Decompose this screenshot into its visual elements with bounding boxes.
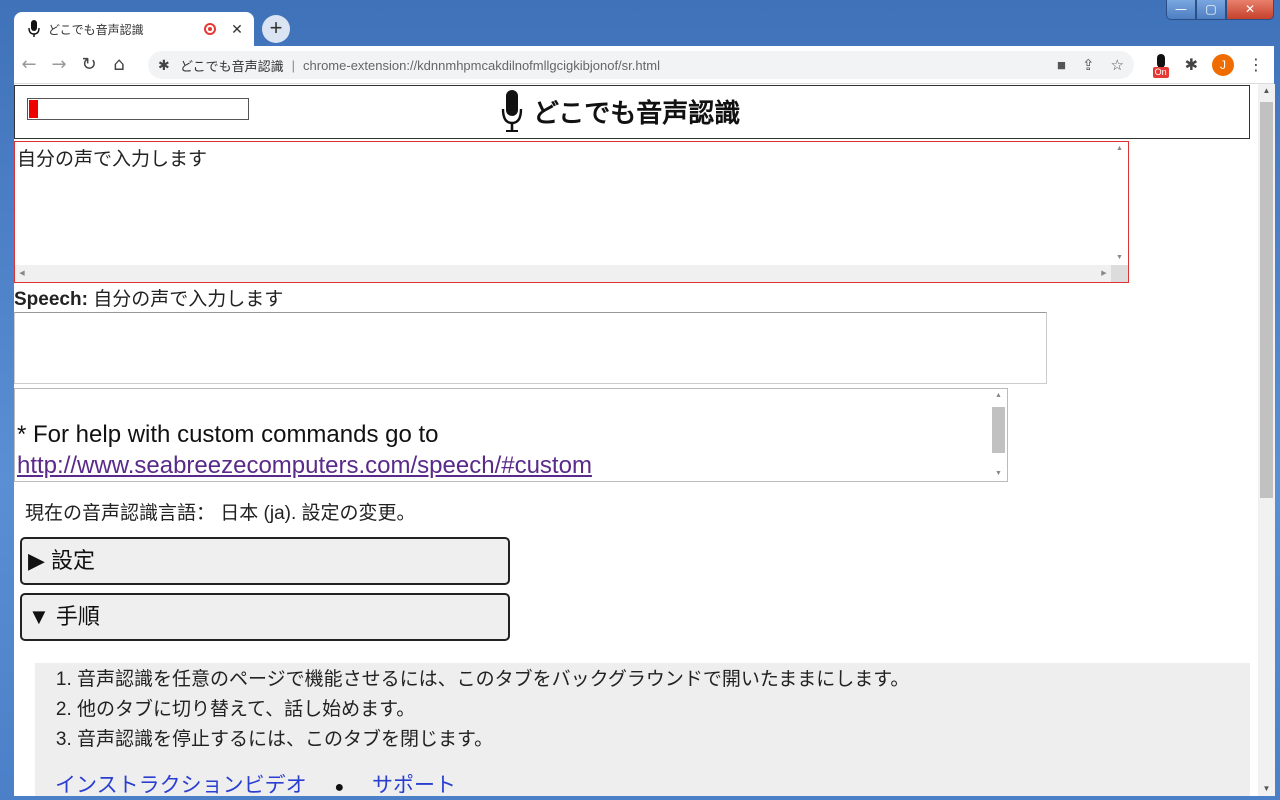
minimize-button[interactable]: — <box>1166 0 1196 20</box>
page-scrollbar-thumb[interactable] <box>1260 102 1273 498</box>
scroll-up-arrow-icon[interactable]: ▲ <box>1258 84 1275 98</box>
list-item: 音声認識を停止するには、このタブを閉じます。 <box>77 725 909 755</box>
extension-badge: On <box>1152 67 1169 78</box>
help-textarea[interactable]: * For help with custom commands go to ht… <box>14 388 1008 482</box>
list-item: 音声認識を任意のページで機能させるには、このタブをバックグラウンドで開いたままに… <box>77 665 909 695</box>
address-bar-actions: ■ ⇪ ☆ <box>1057 51 1124 79</box>
microphone-icon <box>501 90 523 132</box>
bookmark-star-icon[interactable]: ☆ <box>1111 56 1124 74</box>
speech-text: 自分の声で入力します <box>93 289 284 310</box>
audio-level-meter <box>27 98 249 120</box>
scroll-down-arrow-icon[interactable]: ▼ <box>990 467 1007 481</box>
page-title: どこでも音声認識 <box>533 97 741 128</box>
maximize-button[interactable]: ▢ <box>1196 0 1226 20</box>
new-tab-button[interactable]: + <box>262 15 290 43</box>
address-separator: | <box>291 57 296 73</box>
extension-puzzle-icon: ✱ <box>158 56 170 73</box>
browser-toolbar: ← → ↻ ⌂ ✱ どこでも音声認識 | chrome-extension://… <box>14 46 1274 84</box>
page-viewport: どこでも音声認識 自分の声で入力します ▲ ▼ ◀ ▶ Speech: 自分の声… <box>14 84 1258 796</box>
transcript-text: 自分の声で入力します <box>17 149 208 170</box>
site-name: どこでも音声認識 <box>180 58 284 74</box>
scrollbar-thumb[interactable] <box>992 407 1005 453</box>
tab-close-button[interactable]: ✕ <box>230 21 244 38</box>
extensions-puzzle-icon[interactable]: ✱ <box>1185 55 1198 75</box>
scroll-up-arrow-icon[interactable]: ▲ <box>1111 142 1128 156</box>
tab-active[interactable]: どこでも音声認識 ✕ <box>14 12 254 46</box>
speech-label: Speech: <box>14 289 88 310</box>
reload-button[interactable]: ↻ <box>74 54 104 75</box>
address-bar[interactable]: ✱ どこでも音声認識 | chrome-extension://kdnnmhpm… <box>148 51 1134 79</box>
steps-panel: 音声認識を任意のページで機能させるには、このタブをバックグラウンドで開いたままに… <box>35 663 1250 796</box>
toolbar-right: On ✱ J ⋮ <box>1152 46 1264 84</box>
settings-accordion[interactable]: ▶ 設定 <box>20 537 510 585</box>
forward-button[interactable]: → <box>44 54 74 75</box>
instruction-video-link[interactable]: インストラクションビデオ <box>55 774 307 796</box>
scroll-down-arrow-icon[interactable]: ▼ <box>1258 782 1275 796</box>
page-header: どこでも音声認識 <box>14 85 1250 139</box>
speech-status: Speech: 自分の声で入力します <box>14 284 283 311</box>
speech-extension-button[interactable]: On <box>1152 54 1171 78</box>
steps-links: インストラクションビデオ ● サポート <box>55 769 456 796</box>
profile-avatar[interactable]: J <box>1212 54 1234 76</box>
link-separator: ● <box>334 779 345 796</box>
share-icon[interactable]: ⇪ <box>1082 56 1095 74</box>
language-status: 現在の音声認識言語： 日本 (ja). 設定の変更。 <box>25 503 416 524</box>
tab-strip: どこでも音声認識 ✕ + <box>14 12 1014 46</box>
support-link[interactable]: サポート <box>372 774 456 796</box>
scroll-down-arrow-icon[interactable]: ▼ <box>1111 251 1128 265</box>
recording-indicator-icon <box>204 23 216 35</box>
microphone-icon <box>28 20 40 37</box>
camera-icon[interactable]: ■ <box>1057 57 1066 74</box>
scroll-left-arrow-icon[interactable]: ◀ <box>15 265 29 282</box>
back-button[interactable]: ← <box>14 54 44 75</box>
transcript-horizontal-scrollbar[interactable]: ◀ ▶ <box>15 265 1111 282</box>
list-item: 他のタブに切り替えて、話し始めます。 <box>77 695 909 725</box>
speech-output-box[interactable] <box>14 312 1047 384</box>
custom-commands-link[interactable]: http://www.seabreezecomputers.com/speech… <box>17 452 592 479</box>
help-text: * For help with custom commands go to <box>17 421 439 448</box>
microphone-icon <box>1156 54 1165 68</box>
scrollbar-corner <box>1111 265 1128 282</box>
help-content: * For help with custom commands go to ht… <box>17 419 592 481</box>
title-wrap: どこでも音声認識 <box>501 90 740 132</box>
steps-list: 音声認識を任意のページで機能させるには、このタブをバックグラウンドで開いたままに… <box>35 665 909 755</box>
kebab-menu-icon[interactable]: ⋮ <box>1248 55 1264 75</box>
url-text[interactable]: chrome-extension://kdnnmhpmcakdilnofmllg… <box>303 58 660 73</box>
transcript-vertical-scrollbar[interactable]: ▲ ▼ <box>1111 142 1128 265</box>
browser-window: — ▢ ✕ どこでも音声認識 ✕ + ← → ↻ ⌂ ✱ どこでも音声認識 | … <box>0 0 1280 800</box>
scroll-up-arrow-icon[interactable]: ▲ <box>990 389 1007 403</box>
transcript-textarea[interactable]: 自分の声で入力します ▲ ▼ ◀ ▶ <box>14 141 1129 283</box>
window-controls: — ▢ ✕ <box>1166 0 1274 20</box>
help-vertical-scrollbar[interactable]: ▲ ▼ <box>990 389 1007 481</box>
tab-title: どこでも音声認識 <box>48 22 144 37</box>
audio-level-fill <box>29 100 38 118</box>
page-vertical-scrollbar[interactable]: ▲ ▼ <box>1258 84 1275 796</box>
scroll-right-arrow-icon[interactable]: ▶ <box>1097 265 1111 282</box>
steps-accordion[interactable]: ▼ 手順 <box>20 593 510 641</box>
close-window-button[interactable]: ✕ <box>1226 0 1274 20</box>
home-button[interactable]: ⌂ <box>104 54 134 75</box>
